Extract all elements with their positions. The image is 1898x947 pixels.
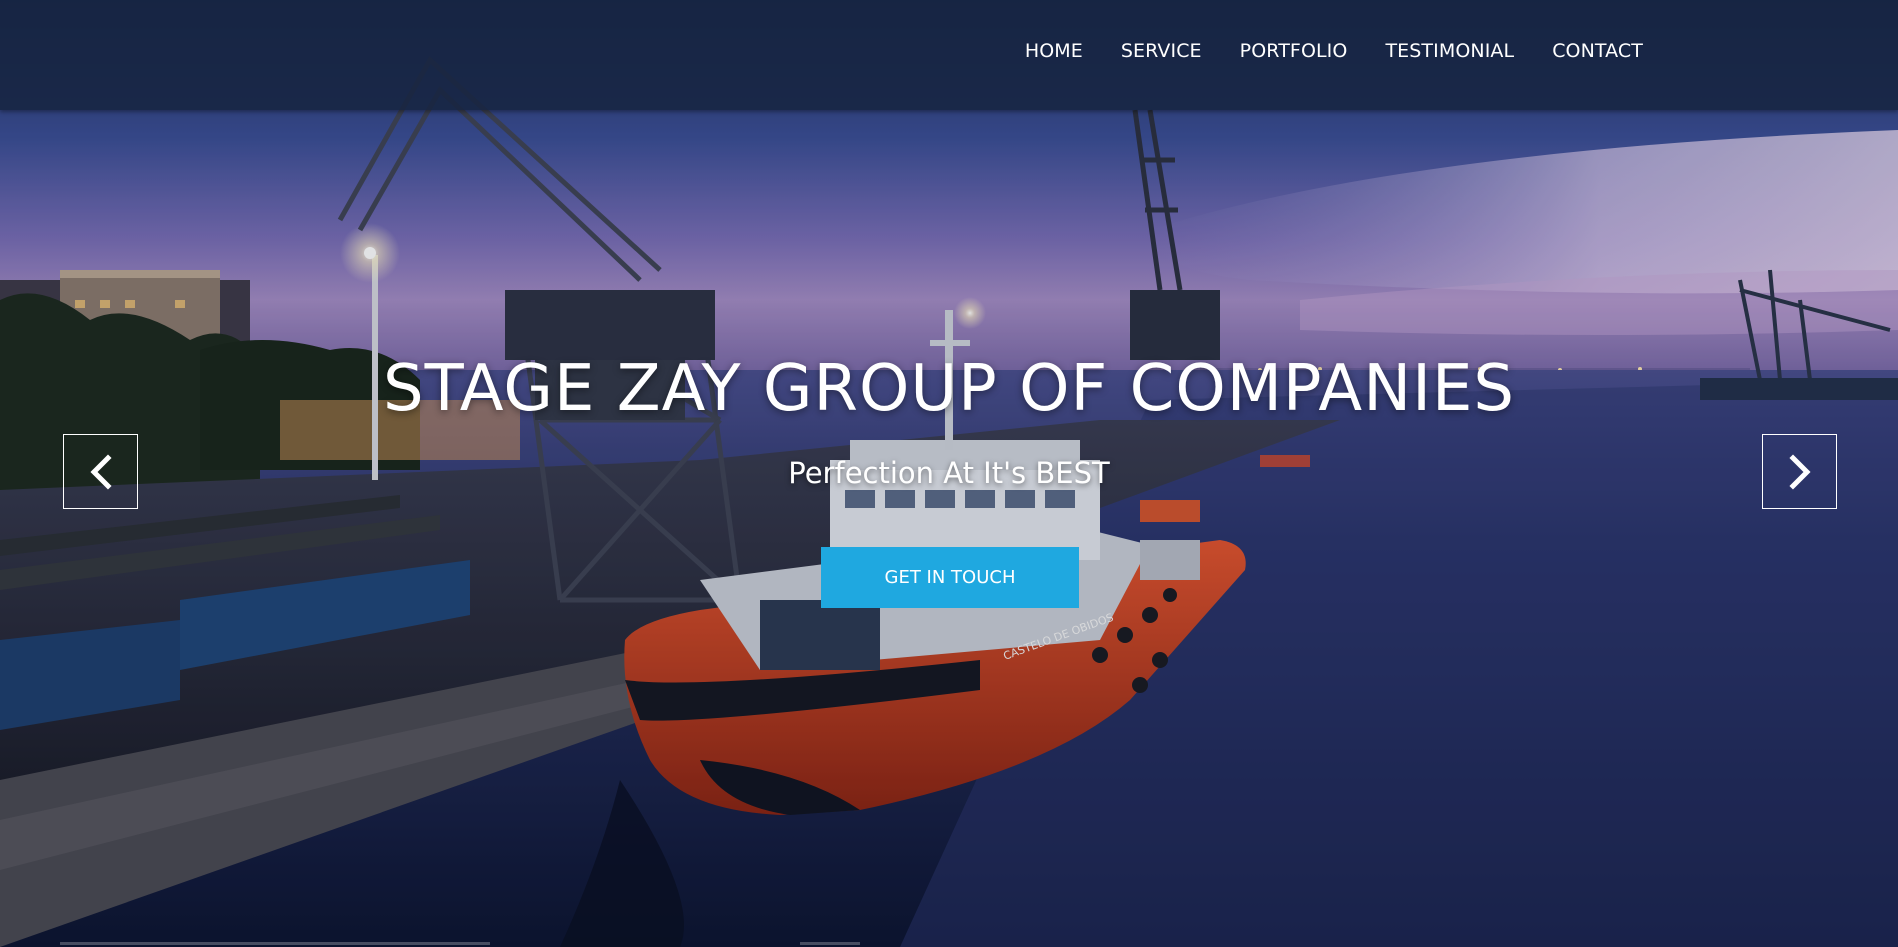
nav-testimonial-link[interactable]: TESTIMONIAL	[1385, 40, 1514, 62]
get-in-touch-button[interactable]: GET IN TOUCH	[821, 547, 1079, 608]
nav-service-link[interactable]: SERVICE	[1121, 40, 1202, 62]
top-navbar: HOME SERVICE PORTFOLIO TESTIMONIAL CONTA…	[0, 0, 1898, 110]
slider-prev-button[interactable]	[63, 434, 138, 509]
nav-contact-link[interactable]: CONTACT	[1552, 40, 1643, 62]
chevron-left-icon	[89, 453, 112, 490]
nav-portfolio-link[interactable]: PORTFOLIO	[1240, 40, 1348, 62]
slider-indicator	[800, 942, 860, 945]
hero-subtitle: Perfection At It's BEST	[788, 456, 1110, 490]
nav-home-link[interactable]: HOME	[1025, 40, 1083, 62]
slider-next-button[interactable]	[1762, 434, 1837, 509]
hero-title: STAGE ZAY GROUP OF COMPANIES	[383, 352, 1515, 426]
slider-indicator	[60, 942, 490, 945]
nav-menu: HOME SERVICE PORTFOLIO TESTIMONIAL CONTA…	[987, 40, 1643, 62]
chevron-right-icon	[1788, 453, 1811, 490]
